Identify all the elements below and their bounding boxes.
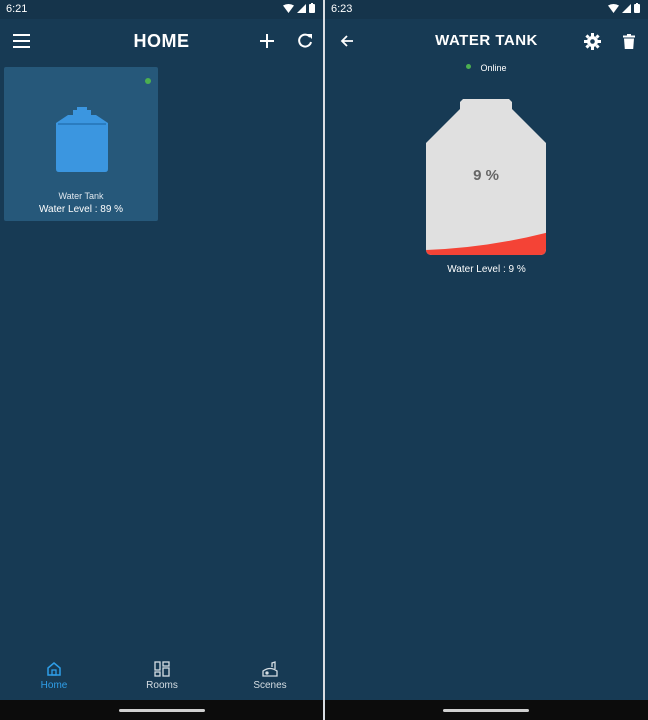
status-time: 6:23 [331,3,353,15]
nav-scenes[interactable]: Scenes [230,660,310,691]
bottom-navigation: Home Rooms Scenes [0,660,323,700]
gesture-handle[interactable] [443,709,529,712]
tank-percentage: 9 % [473,167,499,184]
device-name: Water Tank [58,191,104,201]
gesture-handle[interactable] [119,709,205,712]
app-bar: WATER TANK [325,19,648,63]
status-bar: 6:23 [325,0,648,19]
battery-icon [634,3,640,13]
wifi-icon [608,3,619,13]
connection-status: Online [325,63,648,73]
battery-icon [309,3,315,13]
device-card-water-tank[interactable]: Water Tank Water Level : 89 % [4,67,158,221]
home-screen: 6:21 HOME Water Tank Water Level : 89 % [0,0,323,720]
nav-home[interactable]: Home [14,660,94,691]
rooms-icon [122,660,202,678]
online-status-dot [466,64,472,70]
gear-icon[interactable] [580,29,604,53]
nav-rooms-label: Rooms [146,680,178,691]
app-bar: HOME [0,19,323,63]
home-icon [14,660,94,678]
status-time: 6:21 [6,3,28,15]
refresh-icon[interactable] [293,29,317,53]
nav-rooms[interactable]: Rooms [122,660,202,691]
wifi-icon [283,3,294,13]
nav-home-label: Home [40,680,68,691]
water-level-label: Water Level : 9 % [447,264,526,275]
signal-icon [297,3,306,13]
water-tank-icon [56,107,108,172]
system-icons [283,3,315,13]
device-water-level: Water Level : 89 % [38,204,124,215]
water-tank-screen: 6:23 WATER TANK Online 9 % Water Level :… [325,0,648,720]
nav-scenes-label: Scenes [253,680,287,691]
connection-status-label: Online [480,63,507,73]
signal-icon [622,3,631,13]
system-icons [608,3,640,13]
scenes-icon [230,660,310,678]
online-status-dot [145,78,151,84]
trash-icon[interactable] [617,29,641,53]
add-icon[interactable] [255,29,279,53]
status-bar: 6:21 [0,0,323,19]
